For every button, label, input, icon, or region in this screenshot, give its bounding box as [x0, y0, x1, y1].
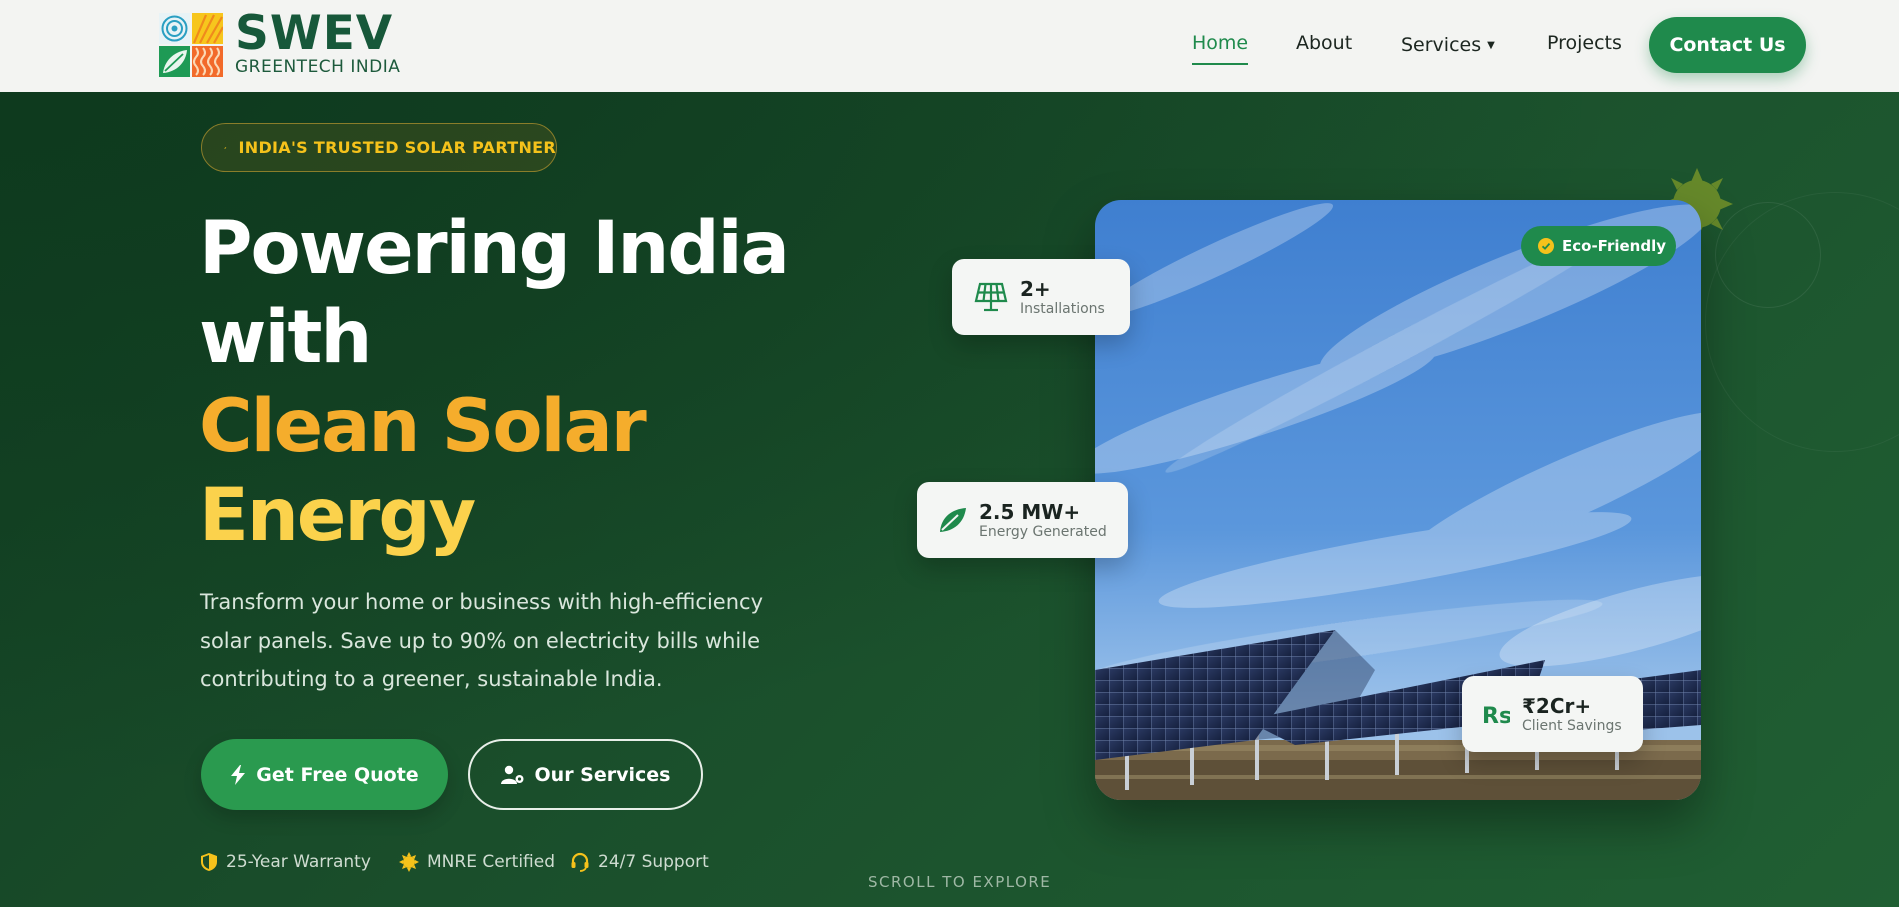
nav-projects[interactable]: Projects — [1547, 32, 1622, 54]
sun-badge-icon — [399, 852, 419, 872]
energy-label: Energy Generated — [979, 524, 1107, 540]
headline-line-4: Energy — [199, 473, 476, 558]
nav-home[interactable]: Home — [1192, 32, 1249, 65]
trust-item-support: 24/7 Support — [570, 852, 709, 872]
trust-item-mnre: MNRE Certified — [399, 852, 555, 872]
headline-line-3: Clean Solar — [199, 384, 647, 469]
leaf-icon — [940, 508, 966, 532]
headline-line-2: with — [199, 295, 372, 380]
mnre-label: MNRE Certified — [427, 852, 556, 872]
get-free-quote-button[interactable]: Get Free Quote — [201, 739, 448, 810]
check-circle-icon — [1538, 238, 1554, 254]
caret-down-icon: ▼ — [1487, 40, 1495, 51]
our-services-label: Our Services — [534, 763, 671, 786]
warranty-label: 25-Year Warranty — [226, 852, 371, 872]
brand-name: SWEV — [235, 6, 394, 61]
hero-description: Transform your home or business with hig… — [200, 590, 763, 691]
leaf-icon — [224, 146, 227, 149]
nav-about[interactable]: About — [1296, 32, 1352, 54]
hero-headline: Powering India with Clean Solar Energy — [199, 204, 790, 560]
hero-section: INDIA'S TRUSTED SOLAR PARTNER Powering I… — [0, 92, 1899, 907]
rupee-icon: Rs — [1482, 704, 1510, 728]
stat-card-installations: 2+ Installations — [952, 259, 1130, 335]
shield-icon — [201, 853, 217, 871]
eco-friendly-label: Eco-Friendly — [1562, 237, 1667, 255]
nav-services[interactable]: Services ▼ — [1401, 34, 1495, 56]
installations-label: Installations — [1020, 301, 1105, 317]
user-gear-icon — [500, 765, 524, 784]
bolt-icon — [231, 764, 246, 785]
solar-panel-icon — [974, 282, 1008, 312]
stat-card-energy: 2.5 MW+ Energy Generated — [917, 482, 1128, 558]
support-label: 24/7 Support — [598, 852, 709, 872]
our-services-button[interactable]: Our Services — [468, 739, 703, 810]
eco-friendly-tag: Eco-Friendly — [1521, 226, 1676, 266]
trusted-partner-badge: INDIA'S TRUSTED SOLAR PARTNER — [201, 123, 557, 172]
stat-card-savings: Rs ₹2Cr+ Client Savings — [1462, 676, 1643, 752]
badge-text: INDIA'S TRUSTED SOLAR PARTNER — [238, 138, 556, 157]
nav-services-label: Services — [1401, 34, 1482, 56]
trust-item-warranty: 25-Year Warranty — [200, 852, 371, 872]
contact-us-button[interactable]: Contact Us — [1649, 17, 1806, 73]
headset-icon — [571, 852, 589, 872]
logo-mark-icon — [159, 12, 223, 77]
brand-logo[interactable]: SWEV GREENTECH INDIA — [159, 6, 401, 77]
savings-label: Client Savings — [1522, 718, 1622, 734]
scroll-hint[interactable]: SCROLL TO EXPLORE — [868, 873, 1051, 891]
brand-tagline: GREENTECH INDIA — [235, 57, 401, 77]
get-free-quote-label: Get Free Quote — [256, 763, 419, 786]
svg-text:Rs: Rs — [1482, 704, 1510, 728]
energy-value: 2.5 MW+ — [979, 500, 1081, 524]
headline-line-1: Powering India — [199, 206, 790, 291]
installations-value: 2+ — [1020, 277, 1051, 301]
savings-value: ₹2Cr+ — [1522, 694, 1592, 718]
navbar: SWEV GREENTECH INDIA Home About Services… — [0, 0, 1899, 92]
